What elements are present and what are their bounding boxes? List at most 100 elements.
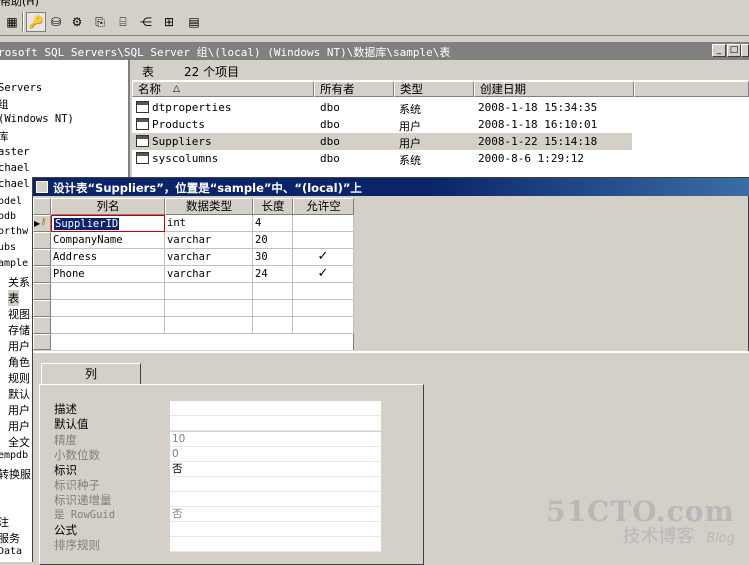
grid-cell-empty[interactable] (51, 300, 165, 317)
row-selector[interactable] (33, 300, 51, 317)
check-constraint-icon[interactable]: ⎘ (90, 12, 110, 32)
grid-cell-column-name[interactable]: CompanyName (51, 232, 165, 249)
grid-header-allow-nulls[interactable]: 允许空 (293, 198, 354, 215)
grid-cell-data-type[interactable]: varchar (165, 266, 253, 283)
row-selector[interactable] (33, 232, 51, 249)
grid-cell-allow-nulls[interactable]: ✓ (293, 266, 354, 283)
grid-cell-empty[interactable] (293, 300, 354, 317)
table-row[interactable]: syscolumns dbo 系统 2000-8-6 1:29:12 (132, 150, 632, 167)
tree-node[interactable]: 全文 (8, 434, 30, 450)
tree-node[interactable]: 组 (0, 97, 9, 112)
tree-node[interactable]: chael (0, 162, 30, 174)
row-selector[interactable] (33, 317, 51, 334)
grid-cell-column-name[interactable]: SupplierID (51, 215, 165, 232)
grid-corner (33, 198, 51, 215)
grid-cell-empty[interactable] (293, 283, 354, 300)
column-header-name[interactable]: 名称 △ (132, 81, 314, 97)
grid-cell-empty[interactable] (165, 317, 253, 334)
grid-cell-empty[interactable] (51, 283, 165, 300)
dialog-title-bar[interactable]: 设计表“Suppliers”，位置是“sample”中、“(local)”上 (33, 178, 749, 196)
tree-node[interactable]: Servers (0, 82, 42, 94)
tree-node[interactable]: ample (0, 258, 28, 269)
tree-node[interactable]: 规则 (8, 370, 30, 386)
relationship-icon[interactable]: ⛁ (46, 12, 66, 32)
key-toolbar-icon[interactable]: 🔑 (26, 12, 46, 32)
grid-cell-empty[interactable] (253, 317, 293, 334)
tab-columns[interactable]: 列 (41, 363, 141, 385)
tree-node[interactable]: orthw (0, 226, 28, 237)
grid-cell-length[interactable]: 30 (253, 249, 293, 266)
grid-cell-empty[interactable] (165, 283, 253, 300)
row-selector-current[interactable]: ▶ ⚷ (33, 215, 51, 232)
tree-node[interactable]: 转换服 (0, 466, 31, 482)
table-row[interactable]: dtproperties dbo 系统 2008-1-18 15:34:35 (132, 99, 632, 116)
script-icon[interactable]: ⊞ (159, 12, 179, 32)
row-selector[interactable] (33, 283, 51, 300)
tree-node[interactable]: odb (0, 211, 16, 222)
grid-header-column-name[interactable]: 列名 (51, 198, 165, 215)
list-header: 表 22 个项目 (132, 60, 749, 80)
tree-node[interactable]: ubs (0, 242, 16, 253)
tree-node[interactable]: 关系 (8, 274, 30, 290)
index-icon[interactable]: ⚙ (67, 12, 87, 32)
close-button[interactable] (741, 44, 749, 57)
row-selector[interactable] (33, 334, 51, 350)
grid-cell-allow-nulls[interactable]: ✓ (293, 249, 354, 266)
grid-cell-data-type[interactable]: int (165, 215, 253, 232)
minimize-button[interactable]: _ (712, 44, 726, 57)
tree-node[interactable]: 角色 (8, 354, 30, 370)
tree-node[interactable]: 用户 (8, 402, 30, 418)
column-header-type[interactable]: 类型 (394, 81, 474, 97)
grid-cell-empty[interactable] (253, 300, 293, 317)
grid-header-length[interactable]: 长度 (253, 198, 293, 215)
triggers-icon[interactable]: ⌸ (113, 12, 133, 32)
property-value-description[interactable] (170, 401, 381, 416)
tree-node[interactable]: 用户 (8, 418, 30, 434)
maximize-button[interactable]: □ (727, 44, 741, 57)
list-label: 表 (142, 65, 155, 79)
grid-cell-length[interactable]: 24 (253, 266, 293, 283)
tree-node[interactable]: 注 (0, 514, 9, 530)
property-value-default[interactable] (170, 416, 381, 431)
grid-header-data-type[interactable]: 数据类型 (165, 198, 253, 215)
tree-node[interactable]: 默认 (8, 386, 30, 402)
menu-help[interactable]: 帮助(H) (0, 0, 39, 8)
grid-cell-allow-nulls[interactable] (293, 215, 354, 232)
tree-node[interactable]: Data (0, 546, 22, 557)
row-selector[interactable] (33, 249, 51, 266)
table-row-selected[interactable]: Suppliers dbo 用户 2008-1-22 15:14:18 (132, 133, 632, 150)
grid-cell-length[interactable]: 4 (253, 215, 293, 232)
property-value-identity[interactable]: 否 (170, 462, 381, 477)
grid-icon[interactable]: ▤ (184, 12, 204, 32)
grid-cell-column-name[interactable]: Address (51, 249, 165, 266)
grid-cell-empty[interactable] (165, 300, 253, 317)
tree-node[interactable]: 库 (0, 129, 9, 144)
grid-cell-empty[interactable] (51, 317, 165, 334)
table-row[interactable]: Products dbo 用户 2008-1-18 16:10:01 (132, 116, 632, 133)
grid-cell-empty[interactable] (253, 283, 293, 300)
grid-cell-data-type[interactable]: varchar (165, 232, 253, 249)
tree-node-tables[interactable]: 表 (8, 290, 19, 306)
table-icon[interactable]: ▦ (2, 12, 22, 32)
tree-node[interactable]: odel (0, 196, 22, 207)
tree-node[interactable]: aster (0, 146, 30, 158)
tree-node[interactable]: 用户 (8, 338, 30, 354)
grid-cell-allow-nulls[interactable] (293, 232, 354, 249)
tree-icon[interactable]: ⋲ (136, 12, 156, 32)
property-value-formula[interactable] (170, 522, 381, 537)
tree-node[interactable]: chael (0, 178, 30, 190)
tree-node[interactable]: 存储 (8, 322, 30, 338)
tree-node[interactable]: 视图 (8, 306, 30, 322)
grid-cell-data-type[interactable]: varchar (165, 249, 253, 266)
row-selector[interactable] (33, 266, 51, 283)
table-icon (136, 101, 149, 113)
grid-cell-empty[interactable] (293, 317, 354, 334)
tab-panel: 描述 默认值 10 精度 0 小数位数 否 标识 标识种子 标识递增量 否 是 … (39, 384, 424, 565)
tree-node[interactable]: empdb (0, 450, 28, 461)
grid-cell-column-name[interactable]: Phone (51, 266, 165, 283)
tree-node[interactable]: 服务 (0, 530, 20, 546)
tree-node[interactable]: (Windows NT) (0, 113, 74, 125)
column-header-owner[interactable]: 所有者 (314, 81, 394, 97)
column-header-date[interactable]: 创建日期 (474, 81, 634, 97)
grid-cell-length[interactable]: 20 (253, 232, 293, 249)
